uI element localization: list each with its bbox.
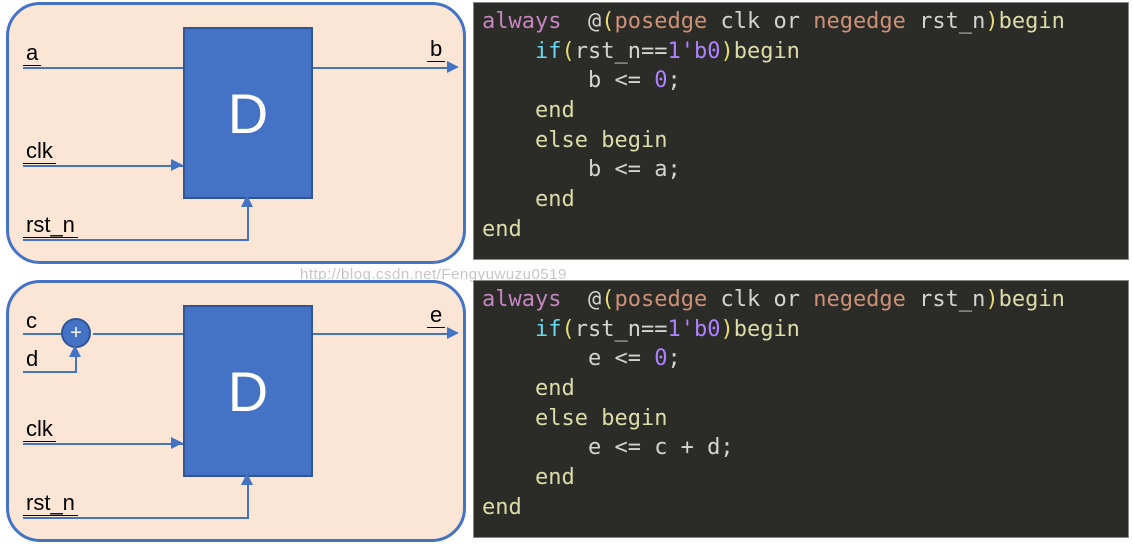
wire-rst2-v	[247, 483, 249, 519]
kw-end1: end	[535, 98, 575, 123]
kw-negedge2: negedge	[813, 287, 906, 312]
cond-rst2: rst_n	[575, 317, 641, 342]
kw-posedge2: posedge	[614, 287, 707, 312]
kw-else2: else	[535, 406, 588, 431]
wire-a	[23, 67, 183, 69]
wire-rst1-v	[247, 205, 249, 241]
arrow-rst1	[241, 195, 253, 207]
kw-or2: or	[773, 287, 800, 312]
lit-0: 0	[654, 68, 667, 93]
signal-b-label: b	[427, 37, 445, 62]
wire-b	[313, 67, 447, 69]
kw-posedge: posedge	[614, 9, 707, 34]
d-label-1: D	[228, 81, 268, 146]
diagram-2: D c + d e clk rst_n	[6, 280, 466, 542]
wire-e	[313, 333, 447, 335]
stmt-b0: b <=	[588, 68, 654, 93]
kw-end-b2: end	[535, 465, 575, 490]
wire-d-v	[75, 355, 77, 373]
arrow-clk2	[171, 437, 183, 449]
kw-always2: always	[482, 287, 561, 312]
lparen2: (	[601, 287, 614, 312]
cond-l: (	[561, 39, 574, 64]
diagram-1: D a b clk rst_n	[6, 2, 466, 264]
kw-negedge: negedge	[813, 9, 906, 34]
eq2: ==	[641, 317, 668, 342]
kw-else: else	[535, 128, 588, 153]
kw-begin: begin	[999, 9, 1065, 34]
adder-label: +	[70, 323, 82, 343]
arrow-rst2	[241, 473, 253, 485]
arrow-d	[69, 345, 81, 357]
kw-or: or	[773, 9, 800, 34]
signal-d-label: d	[23, 347, 41, 372]
signal-e-label: e	[427, 303, 445, 328]
wire-d-h	[23, 371, 75, 373]
kw-end3: end	[482, 217, 522, 242]
kw-if2: if	[535, 317, 562, 342]
id-rst: rst_n	[919, 9, 985, 34]
stmt-e0: e <=	[588, 346, 654, 371]
kw-begin2: begin	[734, 39, 800, 64]
stmt-ba: b <= a;	[588, 157, 681, 182]
cond-r: )	[720, 39, 733, 64]
arrow-e	[447, 327, 459, 339]
kw-end2: end	[535, 187, 575, 212]
d-flipflop-1: D	[183, 27, 313, 199]
cond-l2: (	[561, 317, 574, 342]
stmt-ecd: e <= c + d;	[588, 435, 734, 460]
wire-adder-out	[93, 333, 183, 335]
kw-end-b3: end	[482, 495, 522, 520]
arrow-b	[447, 61, 459, 73]
row-2: D c + d e clk rst_n always @(posedge clk…	[0, 278, 1132, 546]
id-clk2: clk	[720, 287, 760, 312]
code-block-2: always @(posedge clk or negedge rst_n)be…	[473, 280, 1129, 538]
d-flipflop-2: D	[183, 305, 313, 477]
at-sym2: @	[588, 287, 601, 312]
row-1: D a b clk rst_n always @(posedge clk or …	[0, 0, 1132, 268]
signal-c-label: c	[23, 309, 40, 334]
id-clk: clk	[720, 9, 760, 34]
signal-a-label: a	[23, 41, 41, 66]
kw-if: if	[535, 39, 562, 64]
kw-begin-b3: begin	[601, 406, 667, 431]
id-rst2: rst_n	[919, 287, 985, 312]
signal-clk1-label: clk	[23, 139, 56, 164]
kw-end-b1: end	[535, 376, 575, 401]
rparen2: )	[985, 287, 998, 312]
wire-rst1-h	[23, 239, 249, 241]
signal-rst2-label: rst_n	[23, 491, 78, 516]
kw-always: always	[482, 9, 561, 34]
lit-0-2: 0	[654, 346, 667, 371]
kw-begin-b2: begin	[734, 317, 800, 342]
at-sym: @	[588, 9, 601, 34]
kw-begin3: begin	[601, 128, 667, 153]
lit-1b0-2: 1'b0	[667, 317, 720, 342]
cond-rst: rst_n	[575, 39, 641, 64]
arrow-clk1	[171, 159, 183, 171]
semi2: ;	[667, 346, 680, 371]
cond-r2: )	[720, 317, 733, 342]
wire-clk1	[23, 165, 183, 167]
semi: ;	[667, 68, 680, 93]
signal-rst1-label: rst_n	[23, 213, 78, 238]
wire-clk2	[23, 443, 183, 445]
d-label-2: D	[228, 359, 268, 424]
wire-rst2-h	[23, 517, 249, 519]
lparen: (	[601, 9, 614, 34]
eq: ==	[641, 39, 668, 64]
kw-begin-b: begin	[999, 287, 1065, 312]
adder-icon: +	[61, 318, 91, 348]
signal-clk2-label: clk	[23, 417, 56, 442]
wire-c	[23, 333, 63, 335]
rparen: )	[985, 9, 998, 34]
code-block-1: always @(posedge clk or negedge rst_n)be…	[473, 2, 1129, 260]
lit-1b0: 1'b0	[667, 39, 720, 64]
